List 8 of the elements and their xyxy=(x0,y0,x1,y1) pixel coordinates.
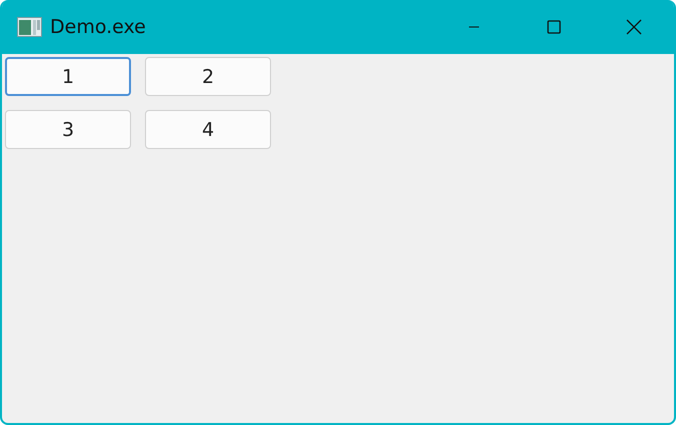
number-button[interactable]: 4 xyxy=(145,110,271,149)
app-icon xyxy=(17,17,42,37)
number-button[interactable]: 1 xyxy=(5,57,131,96)
window-title: Demo.exe xyxy=(50,16,146,38)
close-icon xyxy=(626,19,642,35)
maximize-icon xyxy=(547,20,561,34)
number-button[interactable]: 3 xyxy=(5,110,131,149)
number-button[interactable]: 2 xyxy=(145,57,271,96)
